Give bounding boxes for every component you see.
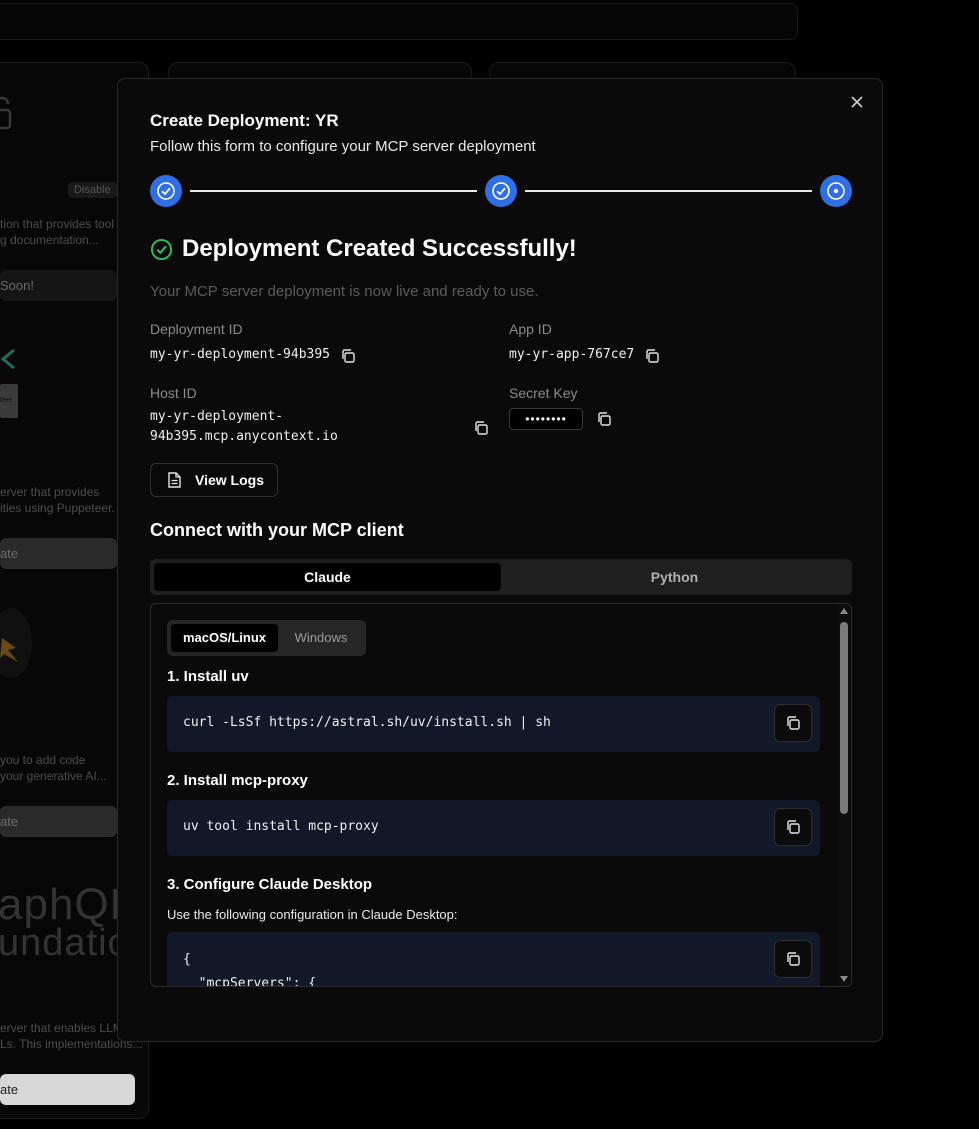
host-id-label: Host ID: [150, 385, 197, 401]
puppeteer-logo: teer: [0, 384, 18, 418]
chevron-logo-icon: [0, 348, 15, 370]
bg-card-desc: erver that enables LLM: [0, 1021, 123, 1035]
copy-button[interactable]: [774, 808, 812, 846]
panel-scrollbar[interactable]: [837, 604, 851, 986]
step-2-completed: [485, 175, 517, 207]
copy-button[interactable]: [774, 940, 812, 978]
bg-create-button: ate: [0, 806, 117, 837]
step-1-completed: [150, 175, 182, 207]
dot-circle-icon: [827, 182, 845, 200]
client-tabs: Claude Python: [150, 559, 852, 595]
success-check-icon: [150, 238, 173, 260]
create-deployment-dialog: Create Deployment: YR Follow this form t…: [117, 78, 883, 1042]
copy-button[interactable]: [774, 704, 812, 742]
app-id-label: App ID: [509, 321, 552, 337]
success-title: Deployment Created Successfully!: [182, 235, 577, 262]
copy-icon: [787, 820, 800, 834]
copy-icon[interactable]: [340, 348, 356, 364]
bg-create-button: ate: [0, 538, 117, 569]
bg-card-desc: tion that provides tool: [0, 217, 115, 231]
step-3-current: [820, 175, 852, 207]
install-mcp-proxy-code-block: uv tool install mcp-proxy: [167, 800, 820, 856]
host-id-value-line2: 94b395.mcp.anycontext.io: [150, 429, 338, 444]
bg-card-desc: ities using Puppeteer.: [0, 501, 115, 515]
check-circle-icon: [157, 182, 175, 200]
install-mcp-proxy-command: uv tool install mcp-proxy: [183, 819, 379, 834]
os-tabs: macOS/Linux Windows: [167, 620, 366, 656]
config-line: {: [183, 952, 191, 967]
configure-claude-note: Use the following configuration in Claud…: [167, 907, 458, 922]
lock-icon: [0, 96, 12, 130]
close-icon[interactable]: [848, 93, 866, 111]
configure-claude-heading: 3. Configure Claude Desktop: [167, 876, 373, 893]
search-bar: [0, 3, 798, 40]
success-heading: Deployment Created Successfully!: [150, 235, 577, 263]
scrollbar-thumb[interactable]: [840, 622, 848, 814]
bg-status-badge: Disable: [68, 182, 117, 198]
deployment-id-value: my-yr-deployment-94b395: [150, 347, 331, 362]
instructions-panel: macOS/Linux Windows 1. Install uv curl -…: [150, 603, 852, 987]
step-connector: [190, 190, 477, 192]
copy-icon: [787, 716, 800, 730]
bg-card-desc: erver that provides: [0, 485, 100, 499]
install-uv-heading: 1. Install uv: [167, 668, 249, 685]
copy-icon: [787, 952, 800, 966]
install-mcp-proxy-heading: 2. Install mcp-proxy: [167, 772, 308, 789]
bg-card-desc: you to add code: [0, 753, 86, 767]
copy-icon[interactable]: [644, 348, 660, 364]
bg-card-desc: g documentation...: [0, 233, 99, 247]
file-text-icon: [168, 472, 181, 488]
tab-windows[interactable]: Windows: [280, 624, 362, 652]
check-circle-icon: [492, 182, 510, 200]
view-logs-label: View Logs: [195, 472, 264, 488]
secret-key-value: ••••••••: [509, 408, 583, 430]
bg-create-button: ate: [0, 1074, 135, 1105]
copy-icon[interactable]: [473, 420, 489, 436]
scroll-down-arrow-icon[interactable]: [840, 976, 848, 982]
app-id-value: my-yr-app-767ce7: [509, 347, 635, 362]
bg-card-desc: your generative AI...: [0, 769, 107, 783]
tab-claude[interactable]: Claude: [154, 563, 501, 591]
connect-heading: Connect with your MCP client: [150, 520, 404, 540]
copy-icon[interactable]: [596, 411, 612, 427]
view-logs-button[interactable]: View Logs: [150, 463, 278, 497]
claude-config-code-block: { "mcpServers": {: [167, 932, 820, 987]
deployment-id-label: Deployment ID: [150, 321, 243, 337]
bg-coming-soon-button: Soon!: [0, 270, 117, 301]
tab-python[interactable]: Python: [501, 563, 848, 591]
host-id-value-line1: my-yr-deployment-: [150, 409, 284, 424]
tab-macos-linux[interactable]: macOS/Linux: [171, 624, 278, 652]
config-line: "mcpServers": {: [183, 976, 317, 987]
secret-key-label: Secret Key: [509, 385, 578, 401]
dialog-subtitle: Follow this form to configure your MCP s…: [150, 138, 536, 155]
burst-logo-icon: [0, 638, 18, 662]
step-connector: [525, 190, 812, 192]
dialog-title: Create Deployment: YR: [150, 111, 339, 130]
scroll-up-arrow-icon[interactable]: [840, 608, 848, 614]
success-description: Your MCP server deployment is now live a…: [150, 283, 539, 300]
install-uv-command: curl -LsSf https://astral.sh/uv/install.…: [183, 715, 551, 730]
install-uv-code-block: curl -LsSf https://astral.sh/uv/install.…: [167, 696, 820, 752]
